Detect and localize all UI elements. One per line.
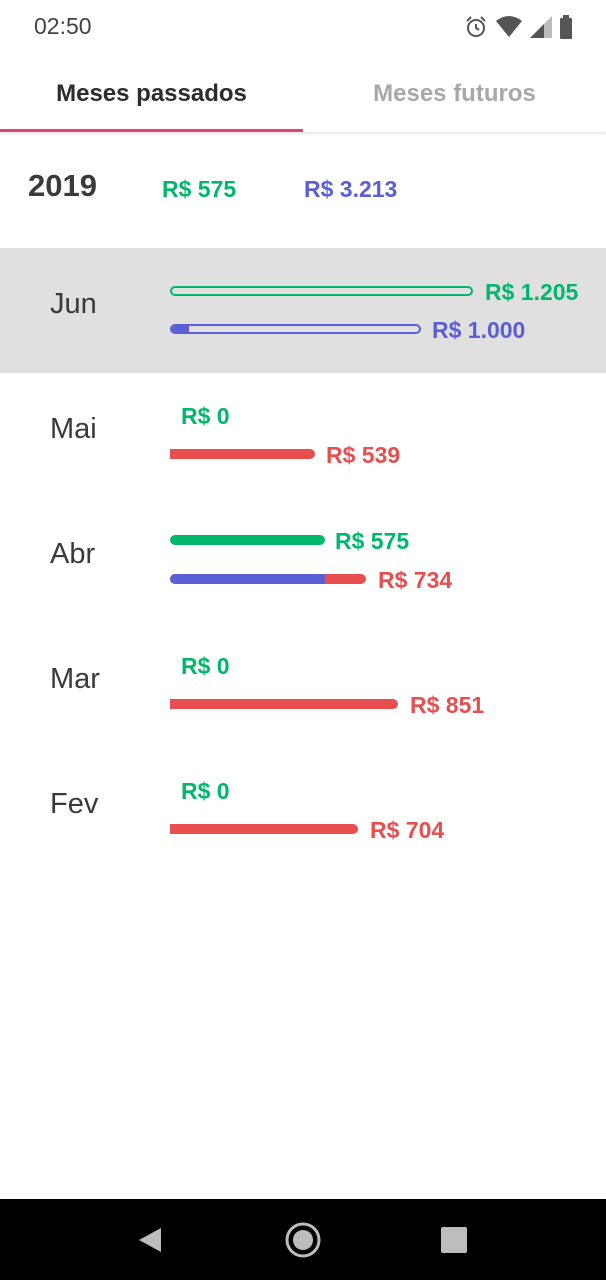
- expense-bar: [170, 449, 315, 459]
- month-label: Jun: [50, 288, 97, 320]
- status-time: 02:50: [34, 13, 92, 39]
- month-row-abr[interactable]: Abr R$ 575 R$ 734: [0, 498, 606, 623]
- recents-icon[interactable]: [432, 1218, 476, 1262]
- income-value: R$ 1.205: [485, 279, 579, 305]
- month-label: Mai: [50, 413, 97, 445]
- month-label: Fev: [50, 788, 99, 820]
- status-icons: [464, 13, 572, 41]
- expense-value: R$ 851: [410, 692, 485, 718]
- expense-value: R$ 734: [378, 567, 453, 593]
- expense-progress-fill: [172, 326, 190, 332]
- month-row-mai[interactable]: Mai R$ 0 R$ 539: [0, 373, 606, 498]
- expense-value: R$ 704: [370, 817, 445, 843]
- month-label: Abr: [50, 538, 96, 570]
- month-row-jun[interactable]: Jun R$ 1.205 R$ 1.000: [0, 248, 606, 373]
- income-value: R$ 0: [181, 403, 230, 429]
- expense-bar: [170, 824, 358, 834]
- expense-planned-portion: [170, 574, 325, 584]
- wifi-icon: [496, 16, 522, 37]
- tab-future-months[interactable]: Meses futuros: [303, 56, 606, 132]
- year-summary: 2019 R$ 575 R$ 3.213: [0, 148, 606, 230]
- year-income-total: R$ 575: [162, 176, 237, 202]
- income-value: R$ 575: [335, 528, 410, 554]
- tab-past-months[interactable]: Meses passados: [0, 56, 303, 132]
- tab-indicator: [0, 129, 303, 132]
- month-row-fev[interactable]: Fev R$ 0 R$ 704: [0, 748, 606, 873]
- signal-icon: [530, 16, 552, 38]
- income-value: R$ 0: [181, 653, 230, 679]
- battery-icon: [560, 15, 572, 39]
- expense-value: R$ 1.000: [432, 317, 526, 343]
- expense-value: R$ 539: [326, 442, 401, 468]
- income-bar: [170, 535, 325, 545]
- year-label: 2019: [28, 168, 97, 203]
- income-bar: [170, 286, 473, 296]
- status-bar: 02:50: [0, 0, 606, 56]
- expense-bar: [170, 699, 398, 709]
- expense-bar: [170, 574, 366, 584]
- expense-bar: [170, 324, 421, 334]
- navigation-bar: [0, 1199, 606, 1280]
- alarm-icon: [466, 16, 486, 37]
- back-icon[interactable]: [128, 1218, 172, 1262]
- tab-bar: Meses passados Meses futuros: [0, 56, 606, 132]
- home-icon[interactable]: [281, 1218, 325, 1262]
- month-row-mar[interactable]: Mar R$ 0 R$ 851: [0, 623, 606, 748]
- month-label: Mar: [50, 663, 100, 695]
- year-expense-total: R$ 3.213: [304, 176, 398, 202]
- income-value: R$ 0: [181, 778, 230, 804]
